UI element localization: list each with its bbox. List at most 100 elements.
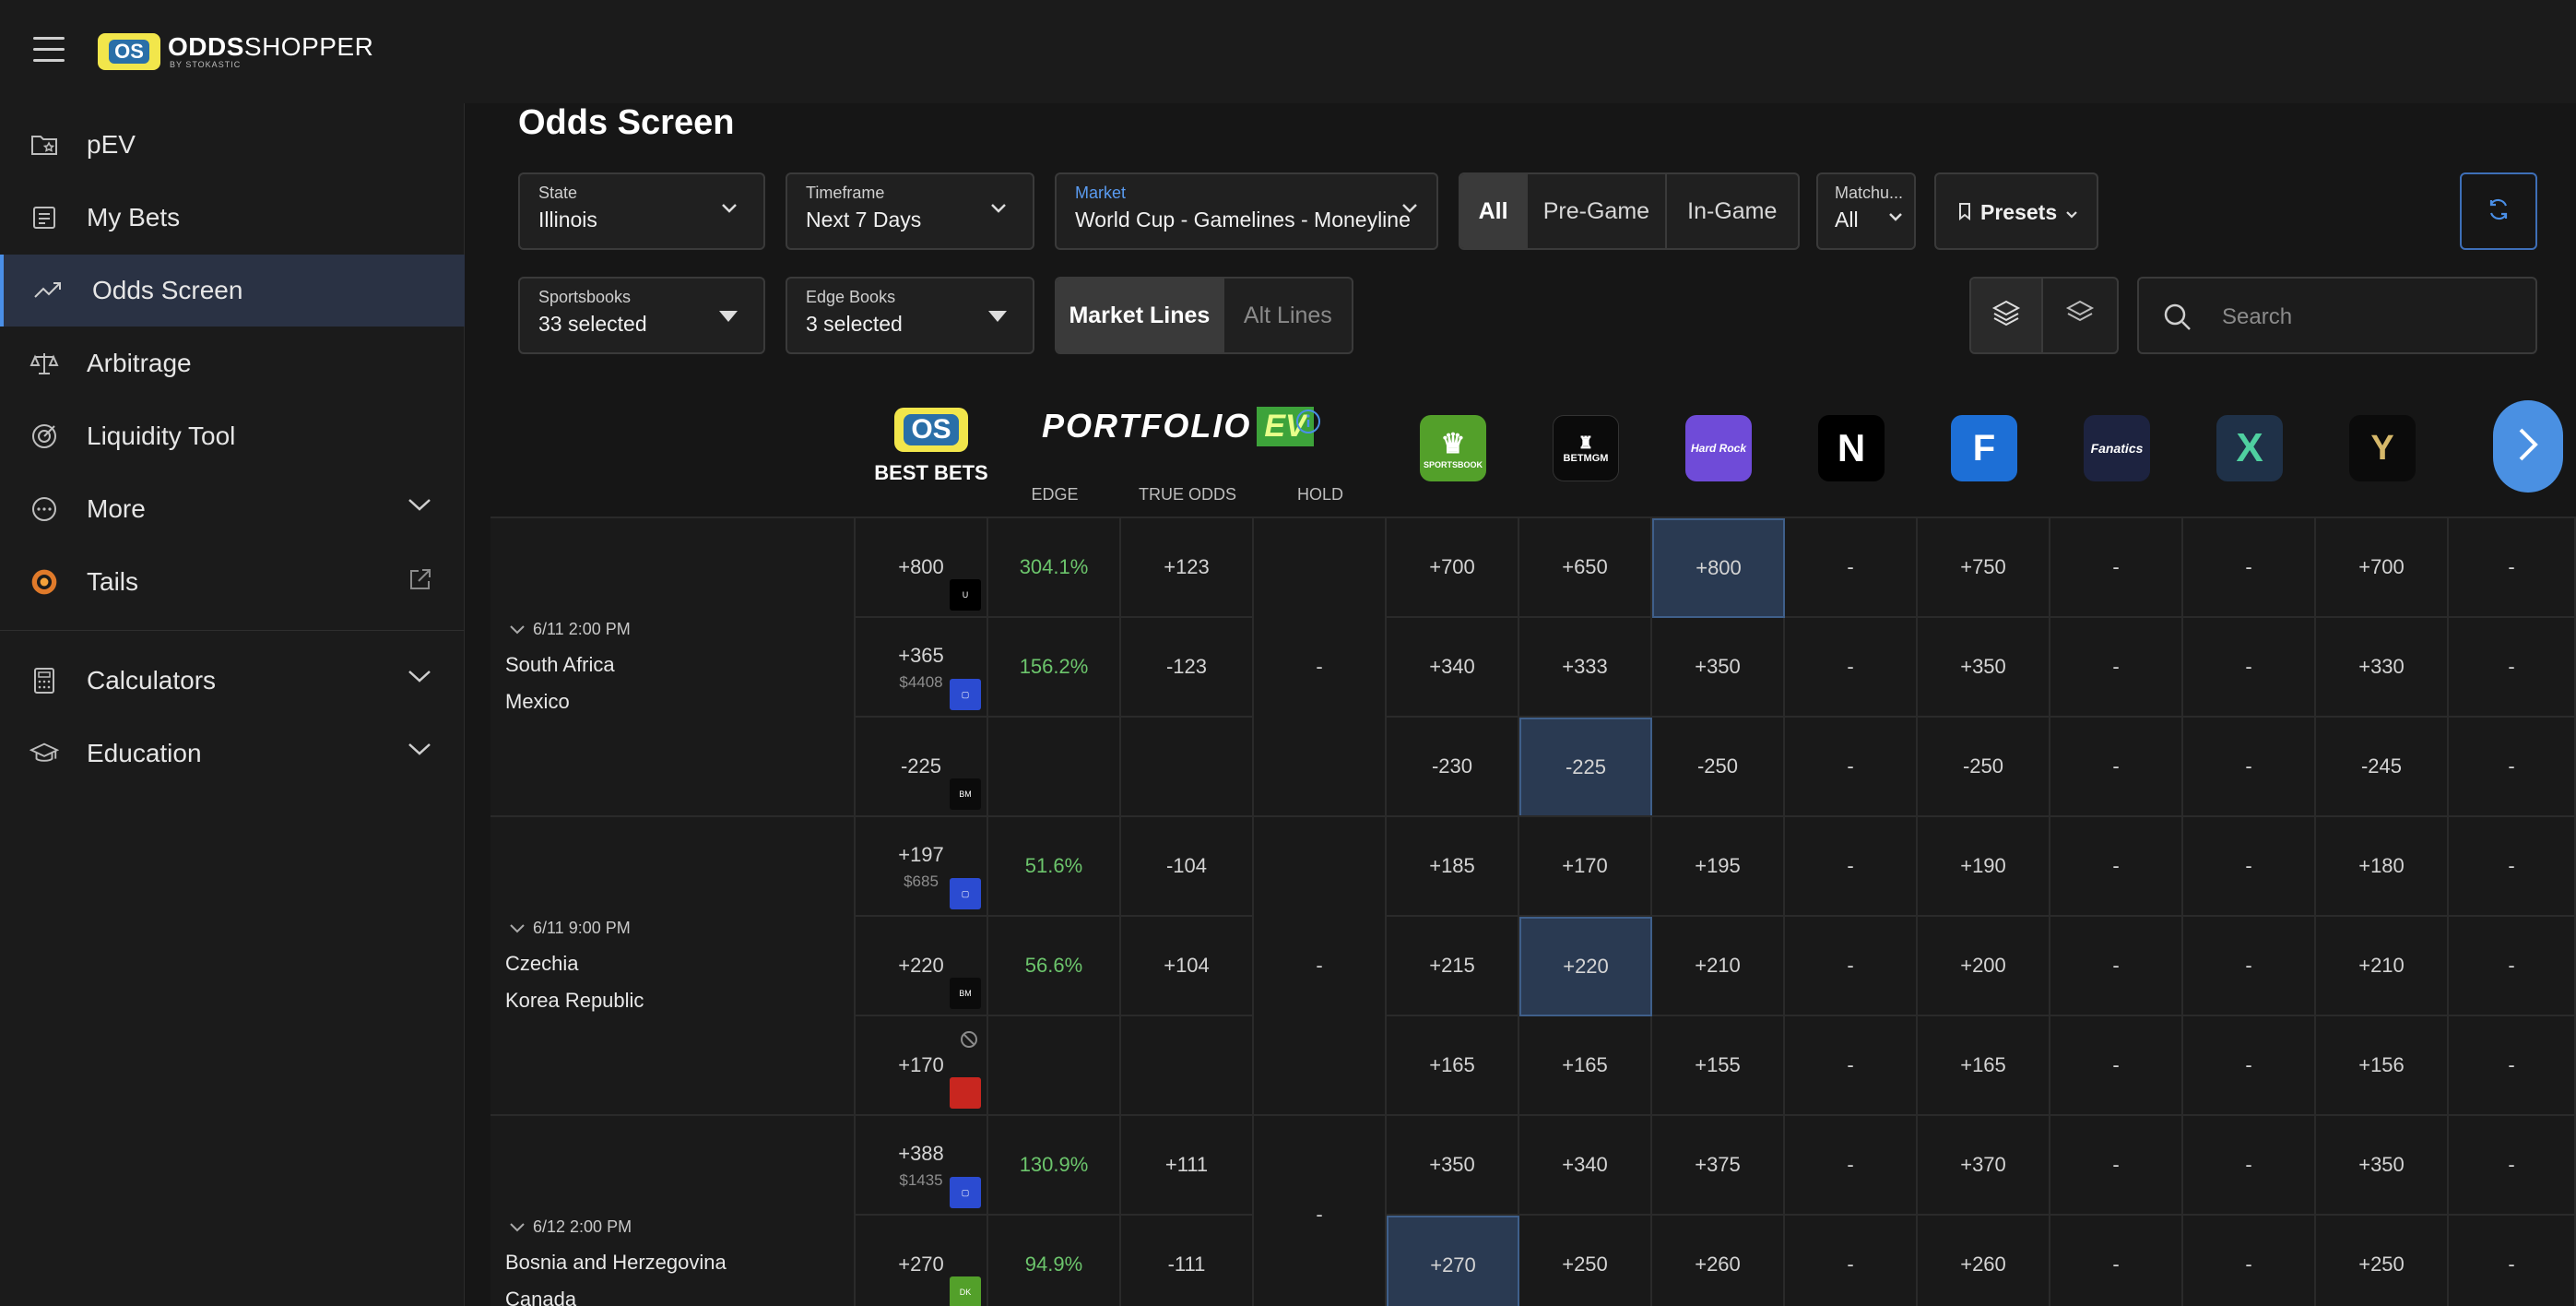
chevron-down-icon[interactable] — [509, 624, 526, 635]
sportsbook-odds-cell[interactable]: - — [2050, 718, 2183, 817]
sportsbook-odds-cell[interactable]: +350 — [1387, 1116, 1519, 1216]
hard-rock-logo-icon[interactable]: Hard Rock — [1685, 415, 1752, 481]
best-bet-cell[interactable]: +365 $4408 ▢ — [856, 618, 988, 718]
sportsbook-odds-cell[interactable]: -250 — [1652, 718, 1785, 817]
sportsbook-odds-cell[interactable]: +195 — [1652, 817, 1785, 917]
sportsbook-odds-cell[interactable]: - — [2183, 1216, 2316, 1306]
sportsbook-odds-cell[interactable]: +370 — [1918, 1116, 2050, 1216]
betmgm-logo-icon[interactable]: ♜ BETMGM — [1553, 415, 1619, 481]
draftkings-logo-icon[interactable]: ♛ SPORTSBOOK — [1420, 415, 1486, 481]
game-state-pregame[interactable]: Pre-Game — [1528, 174, 1667, 248]
sportsbook-odds-cell[interactable]: - — [1785, 817, 1918, 917]
fanduel-logo-icon[interactable]: F — [1951, 415, 2017, 481]
sportsbook-odds-cell[interactable]: - — [2449, 817, 2576, 917]
sportsbook-odds-cell[interactable]: +185 — [1387, 817, 1519, 917]
sportsbook-odds-cell[interactable]: - — [2449, 618, 2576, 718]
novig-logo-icon[interactable]: N — [1818, 415, 1885, 481]
sidebar-item-liquidity-tool[interactable]: Liquidity Tool — [0, 400, 465, 472]
sportsbook-odds-cell[interactable]: +700 — [1387, 518, 1519, 618]
game-cell[interactable]: 6/11 2:00 PM South Africa Mexico — [490, 518, 856, 817]
sportsbook-odds-cell[interactable]: +165 — [1387, 1016, 1519, 1116]
edge-books-select[interactable]: Edge Books 3 selected — [786, 277, 1034, 354]
sidebar-item-arbitrage[interactable]: Arbitrage — [0, 327, 465, 399]
market-lines-tab[interactable]: Market Lines — [1057, 279, 1224, 352]
layers-outline-button[interactable] — [2043, 279, 2117, 352]
market-select[interactable]: Market World Cup - Gamelines - Moneyline — [1055, 172, 1438, 250]
sportsbook-odds-cell[interactable]: - — [1785, 1016, 1918, 1116]
sportsbook-odds-cell[interactable]: +170 — [1519, 817, 1652, 917]
best-bet-cell[interactable]: +220 BM — [856, 917, 988, 1016]
best-bet-cell[interactable]: +388 $1435 ▢ — [856, 1116, 988, 1216]
sportsbook-odds-cell[interactable]: +250 — [2316, 1216, 2449, 1306]
sidebar-item-more[interactable]: More — [0, 473, 465, 545]
search-input[interactable]: Search — [2137, 277, 2537, 354]
best-bet-cell[interactable]: +270 DK — [856, 1216, 988, 1306]
sportsbook-odds-cell[interactable]: +155 — [1652, 1016, 1785, 1116]
sportsbook-odds-cell[interactable]: +165 — [1918, 1016, 2050, 1116]
game-state-all[interactable]: All — [1460, 174, 1529, 248]
matchup-select[interactable]: Matchu... All — [1816, 172, 1916, 250]
sidebar-item-odds-screen[interactable]: Odds Screen — [0, 255, 465, 326]
sportsbook-odds-cell[interactable]: +156 — [2316, 1016, 2449, 1116]
sportsbook-odds-cell[interactable]: +350 — [1652, 618, 1785, 718]
sportsbook-odds-cell[interactable]: +800 — [1652, 518, 1785, 618]
sportsbook-odds-cell[interactable]: +350 — [1918, 618, 2050, 718]
alt-lines-tab[interactable]: Alt Lines — [1224, 279, 1352, 352]
game-cell[interactable]: 6/12 2:00 PM Bosnia and Herzegovina Canada — [490, 1116, 856, 1306]
sportsbook-odds-cell[interactable]: +210 — [2316, 917, 2449, 1016]
sportsbook-odds-cell[interactable]: +340 — [1387, 618, 1519, 718]
sportsbook-odds-cell[interactable]: - — [2050, 1016, 2183, 1116]
sportsbook-odds-cell[interactable]: +750 — [1918, 518, 2050, 618]
sportsbook-odds-cell[interactable]: -245 — [2316, 718, 2449, 817]
oddsshopper-logo[interactable]: OS ODDSSHOPPER BY STOKASTIC — [98, 31, 373, 72]
sportsbook-odds-cell[interactable]: -250 — [1918, 718, 2050, 817]
sportsbook-odds-cell[interactable]: +190 — [1918, 817, 2050, 917]
sportsbook-odds-cell[interactable]: - — [1785, 917, 1918, 1016]
sportsbook-odds-cell[interactable]: +330 — [2316, 618, 2449, 718]
sportsbook-odds-cell[interactable]: +250 — [1519, 1216, 1652, 1306]
sportsbook-odds-cell[interactable]: - — [2050, 1216, 2183, 1306]
sportsbook-odds-cell[interactable]: - — [2449, 518, 2576, 618]
sportsbook-odds-cell[interactable]: - — [2183, 917, 2316, 1016]
sportsbook-odds-cell[interactable]: - — [2050, 618, 2183, 718]
sportsbook-odds-cell[interactable]: - — [1785, 1116, 1918, 1216]
sportsbook-odds-cell[interactable]: - — [2183, 1116, 2316, 1216]
sportsbook-odds-cell[interactable]: +200 — [1918, 917, 2050, 1016]
sportsbook-odds-cell[interactable]: - — [2050, 518, 2183, 618]
refresh-button[interactable] — [2460, 172, 2537, 250]
chevron-down-icon[interactable] — [509, 1222, 526, 1233]
sportsbook-odds-cell[interactable]: +340 — [1519, 1116, 1652, 1216]
sportsbook-odds-cell[interactable]: - — [1785, 618, 1918, 718]
best-bet-cell[interactable]: +170 — [856, 1016, 988, 1116]
sportsbook-odds-cell[interactable]: - — [2050, 817, 2183, 917]
sportsbook-odds-cell[interactable]: - — [2449, 917, 2576, 1016]
best-bet-cell[interactable]: +800 U — [856, 518, 988, 618]
hamburger-menu-icon[interactable] — [33, 37, 65, 63]
sportsbook-odds-cell[interactable]: - — [1785, 518, 1918, 618]
sportsbook-odds-cell[interactable]: +650 — [1519, 518, 1652, 618]
sportsbook-odds-cell[interactable]: +220 — [1519, 917, 1652, 1016]
sidebar-item-education[interactable]: Education — [0, 718, 465, 790]
state-select[interactable]: State Illinois — [518, 172, 765, 250]
sidebar-item-calculators[interactable]: Calculators — [0, 645, 465, 717]
sportsbook-odds-cell[interactable]: +700 — [2316, 518, 2449, 618]
sportsbooks-select[interactable]: Sportsbooks 33 selected — [518, 277, 765, 354]
game-cell[interactable]: 6/11 9:00 PM Czechia Korea Republic — [490, 817, 856, 1116]
best-bet-cell[interactable]: +197 $685 ▢ — [856, 817, 988, 917]
sportsbook-odds-cell[interactable]: - — [2449, 1216, 2576, 1306]
sportsbook-odds-cell[interactable]: +260 — [1918, 1216, 2050, 1306]
sportsbook-odds-cell[interactable]: +260 — [1652, 1216, 1785, 1306]
sportsbook-odds-cell[interactable]: +270 — [1387, 1216, 1519, 1306]
sportsbook-odds-cell[interactable]: - — [2183, 618, 2316, 718]
fanatics-logo-icon[interactable]: Fanatics — [2084, 415, 2150, 481]
sportsbook-odds-cell[interactable]: - — [1785, 1216, 1918, 1306]
game-state-ingame[interactable]: In-Game — [1667, 174, 1798, 248]
sportsbook-odds-cell[interactable]: +350 — [2316, 1116, 2449, 1216]
sidebar-item-tails[interactable]: Tails — [0, 546, 465, 618]
layers-filled-button[interactable] — [1971, 279, 2044, 352]
sportsbook-odds-cell[interactable]: - — [2449, 1116, 2576, 1216]
sportsbook-odds-cell[interactable]: +180 — [2316, 817, 2449, 917]
sidebar-item-my-bets[interactable]: My Bets — [0, 182, 465, 254]
sportsbook-odds-cell[interactable]: - — [2449, 718, 2576, 817]
next-books-button[interactable] — [2493, 400, 2563, 493]
